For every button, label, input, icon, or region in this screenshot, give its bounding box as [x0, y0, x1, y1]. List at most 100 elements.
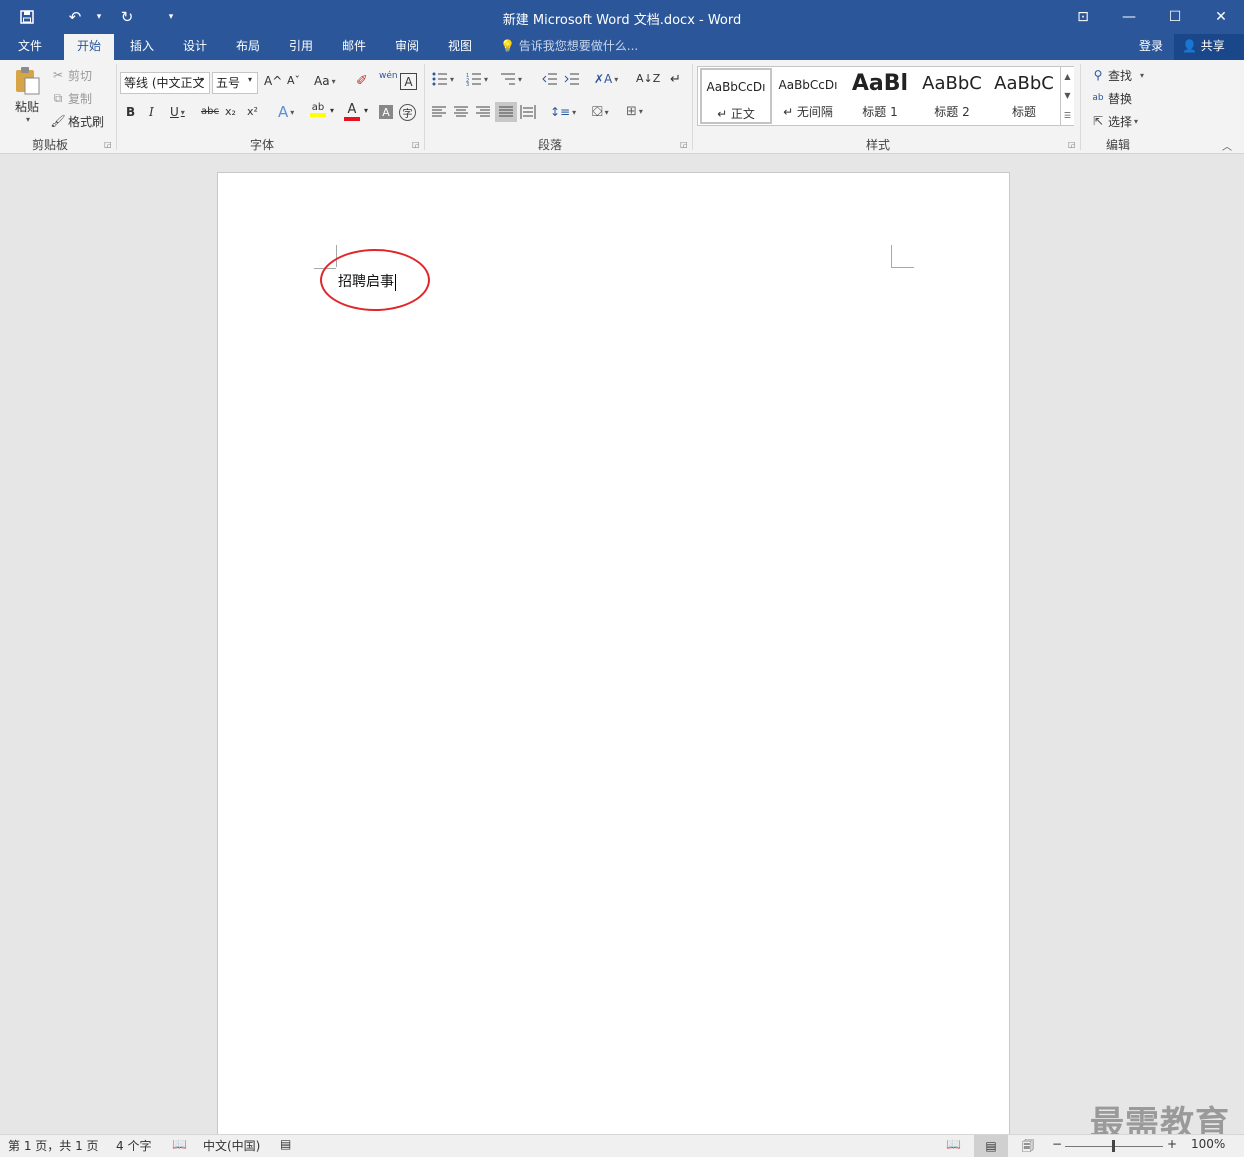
zoom-level[interactable]: 100%	[1191, 1137, 1225, 1151]
highlight-color-button[interactable]: ab	[310, 102, 326, 117]
style-no-spacing[interactable]: AaBbCcDı ↵ 无间隔	[772, 68, 844, 124]
font-name-value: 等线 (中文正文	[124, 76, 205, 90]
align-right-icon[interactable]	[476, 106, 490, 118]
font-color-dropdown-icon[interactable]: ▾	[364, 106, 368, 115]
zoom-slider-thumb[interactable]	[1112, 1140, 1115, 1152]
copy-icon: ⧉	[53, 90, 63, 105]
document-area[interactable]: 招聘启事	[0, 155, 1244, 1142]
maximize-icon[interactable]: ☐	[1152, 0, 1198, 34]
font-launcher-icon[interactable]: ◲	[412, 140, 420, 149]
align-center-icon[interactable]	[454, 106, 468, 118]
zoom-out-icon[interactable]: −	[1052, 1137, 1062, 1151]
paste-button[interactable]: 粘贴 ▾	[10, 66, 44, 130]
copy-button[interactable]: ⧉ 复制	[50, 89, 92, 107]
justify-icon[interactable]	[495, 102, 517, 122]
style-title[interactable]: AaBbC 标题	[988, 68, 1060, 124]
tab-view[interactable]: 视图	[436, 34, 484, 60]
language-indicator[interactable]: 中文(中国)	[203, 1137, 260, 1154]
collapse-ribbon-icon[interactable]: ︿	[1222, 138, 1232, 153]
bold-icon[interactable]: B	[126, 105, 135, 119]
scroll-down-icon[interactable]: ▼	[1064, 91, 1070, 100]
distributed-icon[interactable]	[520, 105, 536, 119]
red-highlight-ellipse	[320, 249, 430, 311]
find-button[interactable]: ⚲ 查找 ▾	[1090, 66, 1144, 84]
page-count[interactable]: 第 1 页，共 1 页	[8, 1137, 99, 1154]
tab-file[interactable]: 文件	[6, 34, 54, 60]
format-painter-label: 格式刷	[68, 114, 105, 129]
numbering-button[interactable]: 1 2 3 ▾	[466, 72, 488, 86]
font-name-dropdown-icon[interactable]: ▾	[200, 75, 204, 84]
style-heading-2[interactable]: AaBbC 标题 2	[916, 68, 988, 124]
styles-scroll: ▲ ▼ ☰	[1060, 67, 1074, 125]
format-painter-button[interactable]: 🖌 格式刷	[50, 112, 104, 130]
font-name-combo[interactable]: 等线 (中文正文	[120, 72, 210, 94]
highlight-dropdown-icon[interactable]: ▾	[330, 106, 334, 115]
show-formatting-marks-icon[interactable]: ↵	[670, 72, 681, 87]
read-mode-icon[interactable]: 📖	[946, 1137, 961, 1151]
scroll-up-icon[interactable]: ▲	[1064, 72, 1070, 81]
shading-button[interactable]: ⛋ ▾	[592, 104, 609, 120]
superscript-icon[interactable]: x²	[247, 105, 258, 118]
clipboard-launcher-icon[interactable]: ◲	[104, 140, 112, 149]
style-heading-1[interactable]: AaBl 标题 1	[844, 68, 916, 124]
italic-icon[interactable]: I	[149, 105, 154, 119]
style-normal[interactable]: AaBbCcDı ↵ 正文	[700, 68, 772, 124]
text-effects-button[interactable]: A ▾	[278, 103, 294, 121]
clipboard-group-label: 剪贴板	[32, 138, 69, 152]
decrease-indent-icon[interactable]	[542, 72, 558, 86]
document-page[interactable]: 招聘启事	[217, 172, 1010, 1142]
group-separator	[1080, 64, 1081, 150]
ribbon-tabs: 文件 开始 插入 设计 布局 引用 邮件 审阅 视图 💡 告诉我您想要做什么..…	[0, 34, 1244, 60]
font-size-dropdown-icon[interactable]: ▾	[248, 75, 252, 84]
select-button[interactable]: ⇱ 选择 ▾	[1090, 112, 1138, 130]
borders-button[interactable]: ⊞ ▾	[626, 104, 643, 119]
character-shading-icon[interactable]: A	[379, 105, 393, 119]
zoom-in-icon[interactable]: +	[1167, 1137, 1177, 1151]
replace-button[interactable]: ab 替换	[1090, 89, 1132, 107]
share-button[interactable]: 👤 共享	[1174, 34, 1244, 60]
styles-launcher-icon[interactable]: ◲	[1068, 140, 1076, 149]
increase-indent-icon[interactable]	[564, 72, 580, 86]
proofing-icon[interactable]: 📖	[172, 1137, 187, 1151]
clear-formatting-icon[interactable]: ✐	[356, 73, 368, 89]
grow-font-icon[interactable]: A^	[264, 74, 282, 88]
paragraph-launcher-icon[interactable]: ◲	[680, 140, 688, 149]
phonetic-guide-icon[interactable]: wén	[379, 71, 398, 81]
macro-recording-icon[interactable]: ▤	[280, 1137, 291, 1151]
minimize-icon[interactable]: —	[1106, 0, 1152, 34]
word-count[interactable]: 4 个字	[116, 1137, 151, 1154]
tab-insert[interactable]: 插入	[118, 34, 166, 60]
tell-me-search[interactable]: 💡 告诉我您想要做什么...	[500, 34, 638, 60]
underline-button[interactable]: U ▾	[170, 105, 185, 119]
sign-in-link[interactable]: 登录	[1139, 34, 1163, 60]
enclose-characters-icon[interactable]: 字	[399, 104, 416, 121]
character-border-icon[interactable]: A	[400, 73, 417, 90]
bullets-button[interactable]: ▾	[432, 72, 454, 86]
chinese-layout-button[interactable]: ✗A ▾	[594, 72, 618, 86]
tab-layout[interactable]: 布局	[224, 34, 272, 60]
tab-home[interactable]: 开始	[64, 34, 114, 60]
font-color-button[interactable]: A	[344, 102, 360, 121]
group-separator	[116, 64, 117, 150]
sort-icon[interactable]: A↓Z	[636, 72, 660, 85]
more-styles-icon[interactable]: ☰	[1064, 111, 1071, 120]
highlight-color-swatch	[310, 113, 326, 117]
tab-review[interactable]: 审阅	[383, 34, 431, 60]
tab-design[interactable]: 设计	[171, 34, 219, 60]
close-icon[interactable]: ✕	[1198, 0, 1244, 34]
align-left-icon[interactable]	[432, 106, 446, 118]
subscript-icon[interactable]: x₂	[225, 105, 236, 118]
multilevel-list-button[interactable]: ▾	[500, 72, 522, 86]
ribbon-display-options-icon[interactable]: ⊡	[1060, 0, 1106, 34]
web-layout-icon[interactable]: 🗐	[1022, 1137, 1034, 1157]
line-spacing-button[interactable]: ↕≡ ▾	[550, 105, 576, 119]
strikethrough-icon[interactable]: abc	[201, 106, 219, 117]
svg-text:3: 3	[466, 82, 469, 86]
tab-references[interactable]: 引用	[277, 34, 325, 60]
tab-mailings[interactable]: 邮件	[330, 34, 378, 60]
style-name: ↵ 正文	[717, 107, 755, 121]
cut-button[interactable]: ✂ 剪切	[50, 66, 92, 84]
shrink-font-icon[interactable]: Aˇ	[287, 74, 300, 87]
print-layout-icon[interactable]: ▤	[974, 1135, 1008, 1157]
change-case-button[interactable]: Aa ▾	[314, 74, 336, 88]
